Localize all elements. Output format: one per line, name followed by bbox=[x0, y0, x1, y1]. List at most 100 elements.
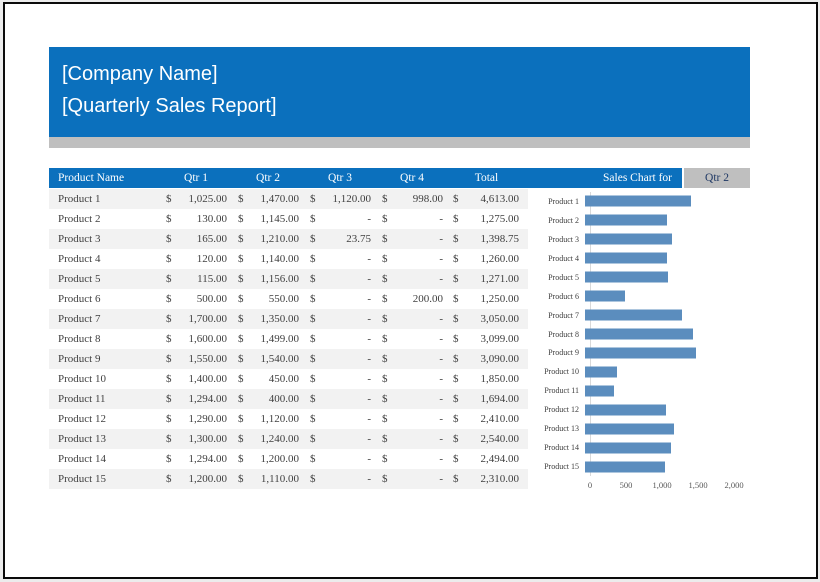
column-header-total: Total bbox=[474, 172, 499, 184]
column-header-product-name: Product Name bbox=[58, 172, 125, 184]
currency-symbol: $ bbox=[382, 213, 388, 225]
chart-bar bbox=[585, 214, 668, 226]
amount-cell: $ - bbox=[376, 469, 448, 489]
chart-row: Product 9 bbox=[532, 344, 751, 363]
currency-symbol: $ bbox=[453, 193, 459, 205]
total-cell: $4,613.00 bbox=[448, 189, 525, 209]
chart-bar-track bbox=[585, 192, 729, 211]
amount-value: 2,494.00 bbox=[480, 453, 520, 465]
amount-cell: $1,145.00 bbox=[232, 209, 304, 229]
currency-symbol: $ bbox=[238, 253, 244, 265]
chart-row: Product 7 bbox=[532, 306, 751, 325]
chart-row: Product 6 bbox=[532, 287, 751, 306]
table-row: Product 2 $130.00 $1,145.00 $ - $ - $1,275.00 bbox=[49, 209, 528, 229]
currency-symbol: $ bbox=[238, 393, 244, 405]
amount-cell: $ - bbox=[304, 329, 376, 349]
table-row: Product 11 $1,294.00 $400.00 $ - $ - $1,694.00 bbox=[49, 389, 528, 409]
amount-value: - bbox=[367, 473, 371, 485]
currency-symbol: $ bbox=[310, 393, 316, 405]
amount-value: 1,470.00 bbox=[260, 193, 300, 205]
currency-symbol: $ bbox=[166, 293, 172, 305]
amount-value: - bbox=[439, 313, 443, 325]
table-row: Product 4 $120.00 $1,140.00 $ - $ - $1,260.00 bbox=[49, 249, 528, 269]
chart-row: Product 5 bbox=[532, 268, 751, 287]
amount-value: 3,090.00 bbox=[480, 353, 520, 365]
currency-symbol: $ bbox=[453, 333, 459, 345]
amount-cell: $23.75 bbox=[304, 229, 376, 249]
product-name-cell: Product 6 bbox=[58, 293, 101, 305]
total-cell: $2,410.00 bbox=[448, 409, 525, 429]
amount-cell: $ - bbox=[376, 269, 448, 289]
currency-symbol: $ bbox=[382, 473, 388, 485]
amount-value: 1,240.00 bbox=[260, 433, 300, 445]
quarter-selector[interactable]: Qtr 2 bbox=[682, 168, 750, 188]
amount-cell: $ - bbox=[304, 349, 376, 369]
currency-symbol: $ bbox=[382, 413, 388, 425]
total-cell: $1,250.00 bbox=[448, 289, 525, 309]
amount-value: 1,271.00 bbox=[480, 273, 520, 285]
table-row: Product 7 $1,700.00 $1,350.00 $ - $ - $3,050.00 bbox=[49, 309, 528, 329]
sales-table-body: Product 1 $1,025.00 $1,470.00 $1,120.00 $998… bbox=[49, 189, 528, 489]
currency-symbol: $ bbox=[382, 293, 388, 305]
product-name-cell: Product 3 bbox=[58, 233, 101, 245]
amount-cell: $ - bbox=[376, 369, 448, 389]
total-cell: $3,050.00 bbox=[448, 309, 525, 329]
chart-bar-track bbox=[585, 211, 729, 230]
currency-symbol: $ bbox=[166, 353, 172, 365]
chart-bar-track bbox=[585, 306, 729, 325]
product-name-cell: Product 1 bbox=[58, 193, 101, 205]
amount-cell: $ - bbox=[304, 429, 376, 449]
product-name-cell: Product 4 bbox=[58, 253, 101, 265]
amount-value: 4,613.00 bbox=[480, 193, 520, 205]
amount-cell: $ - bbox=[376, 209, 448, 229]
currency-symbol: $ bbox=[382, 253, 388, 265]
product-name-cell: Product 2 bbox=[58, 213, 101, 225]
total-cell: $1,271.00 bbox=[448, 269, 525, 289]
amount-cell: $1,025.00 bbox=[160, 189, 232, 209]
currency-symbol: $ bbox=[166, 413, 172, 425]
amount-cell: $1,294.00 bbox=[160, 449, 232, 469]
amount-cell: $1,140.00 bbox=[232, 249, 304, 269]
table-row: Product 1 $1,025.00 $1,470.00 $1,120.00 $998… bbox=[49, 189, 528, 209]
chart-bar bbox=[585, 442, 672, 454]
chart-bar-track bbox=[585, 438, 729, 457]
amount-value: 1,120.00 bbox=[332, 193, 372, 205]
amount-cell: $1,470.00 bbox=[232, 189, 304, 209]
amount-cell: $ - bbox=[376, 229, 448, 249]
chart-bar bbox=[585, 290, 625, 302]
amount-value: 1,600.00 bbox=[188, 333, 228, 345]
total-cell: $1,275.00 bbox=[448, 209, 525, 229]
currency-symbol: $ bbox=[166, 373, 172, 385]
currency-symbol: $ bbox=[453, 453, 459, 465]
currency-symbol: $ bbox=[238, 473, 244, 485]
chart-row: Product 12 bbox=[532, 400, 751, 419]
currency-symbol: $ bbox=[166, 193, 172, 205]
chart-category-label: Product 14 bbox=[544, 443, 579, 453]
product-name-cell: Product 13 bbox=[58, 433, 106, 445]
currency-symbol: $ bbox=[238, 313, 244, 325]
amount-value: 500.00 bbox=[196, 293, 227, 305]
amount-cell: $1,200.00 bbox=[160, 469, 232, 489]
currency-symbol: $ bbox=[238, 273, 244, 285]
chart-bar-track bbox=[585, 249, 729, 268]
product-name-cell: Product 14 bbox=[58, 453, 106, 465]
amount-cell: $ - bbox=[376, 349, 448, 369]
currency-symbol: $ bbox=[166, 253, 172, 265]
amount-value: - bbox=[439, 433, 443, 445]
amount-value: 550.00 bbox=[268, 293, 299, 305]
amount-value: 1,140.00 bbox=[260, 253, 300, 265]
table-row: Product 5 $115.00 $1,156.00 $ - $ - $1,271.00 bbox=[49, 269, 528, 289]
amount-value: - bbox=[439, 473, 443, 485]
amount-cell: $ - bbox=[376, 429, 448, 449]
currency-symbol: $ bbox=[453, 273, 459, 285]
currency-symbol: $ bbox=[310, 313, 316, 325]
currency-symbol: $ bbox=[453, 293, 459, 305]
amount-cell: $1,110.00 bbox=[232, 469, 304, 489]
amount-cell: $130.00 bbox=[160, 209, 232, 229]
currency-symbol: $ bbox=[382, 373, 388, 385]
chart-category-label: Product 3 bbox=[548, 234, 579, 244]
table-row: Product 15 $1,200.00 $1,110.00 $ - $ - $2,310.0… bbox=[49, 469, 528, 489]
amount-cell: $1,294.00 bbox=[160, 389, 232, 409]
currency-symbol: $ bbox=[166, 433, 172, 445]
chart-row: Product 11 bbox=[532, 381, 751, 400]
